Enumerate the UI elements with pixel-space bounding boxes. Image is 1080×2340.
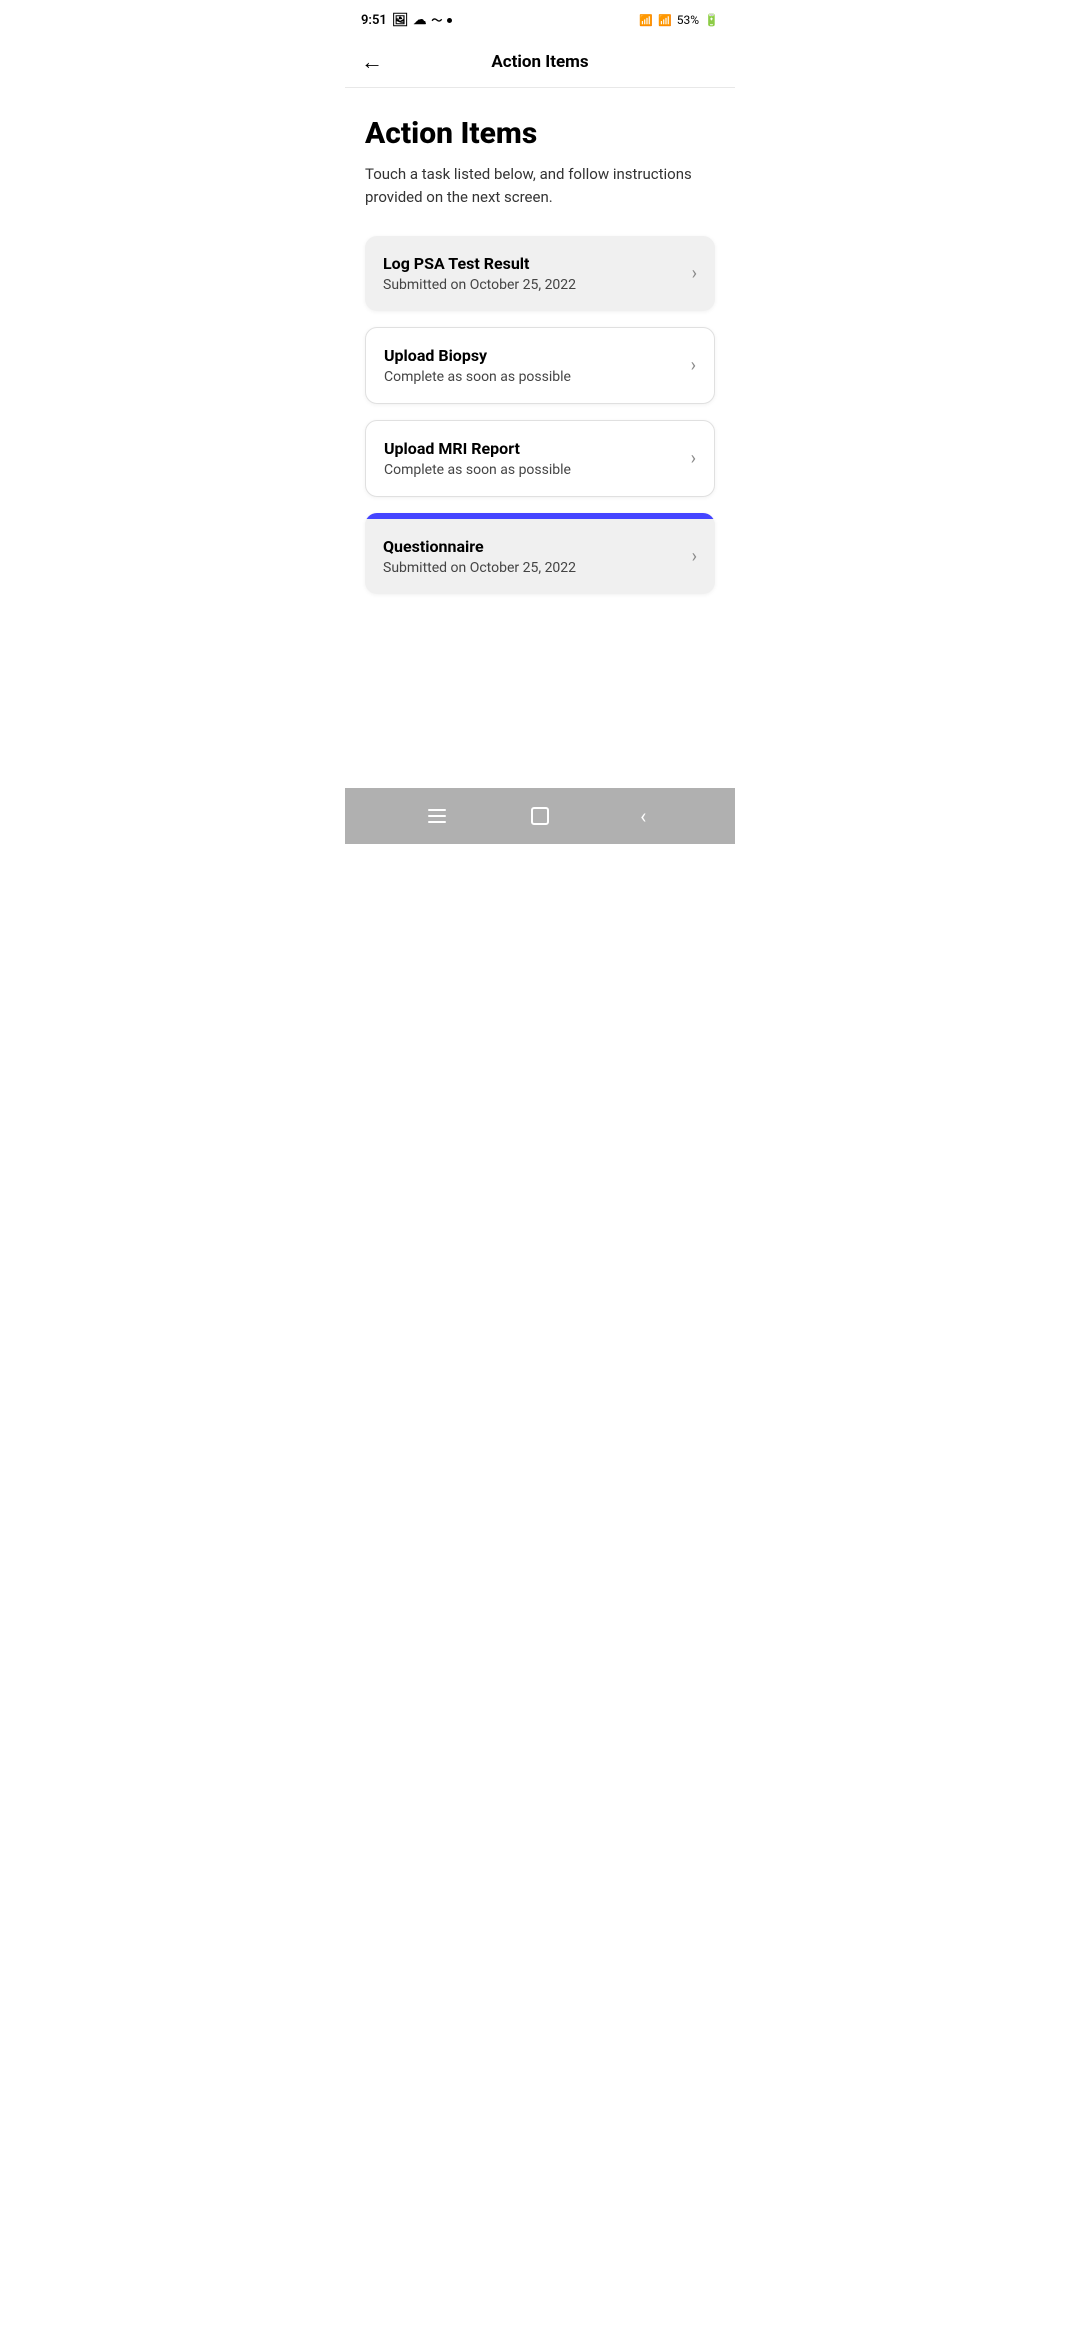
nav-back-button[interactable]: ‹ <box>623 796 663 836</box>
action-card-upload-biopsy-content: Upload Biopsy Complete as soon as possib… <box>384 346 681 385</box>
status-indicators: 📶 📶 53% 🔋 <box>639 13 719 27</box>
dot-icon <box>447 18 452 23</box>
action-card-questionnaire-subtitle: Submitted on October 25, 2022 <box>383 560 682 576</box>
action-card-questionnaire[interactable]: Questionnaire Submitted on October 25, 2… <box>365 513 715 594</box>
signal-icon: 📶 <box>658 14 672 27</box>
three-lines-icon <box>428 809 446 823</box>
action-card-upload-mri[interactable]: Upload MRI Report Complete as soon as po… <box>365 420 715 497</box>
action-card-upload-mri-content: Upload MRI Report Complete as soon as po… <box>384 439 681 478</box>
action-card-upload-biopsy[interactable]: Upload Biopsy Complete as soon as possib… <box>365 327 715 404</box>
action-card-upload-biopsy-subtitle: Complete as soon as possible <box>384 369 681 385</box>
bottom-nav-bar: ‹ <box>345 788 735 844</box>
status-bar: 9:51 🖼 ☁ 〜 📶 📶 53% 🔋 <box>345 0 735 36</box>
nav-bar: Action Items <box>345 36 735 88</box>
status-time: 9:51 🖼 ☁ 〜 <box>361 12 452 28</box>
time-display: 9:51 <box>361 13 387 28</box>
action-card-questionnaire-title: Questionnaire <box>383 537 682 556</box>
chevron-icon <box>692 546 697 567</box>
chevron-icon <box>691 355 696 376</box>
action-card-questionnaire-content: Questionnaire Submitted on October 25, 2… <box>383 537 682 576</box>
battery-icon: 🔋 <box>704 13 719 27</box>
wifi-icon: 📶 <box>639 14 653 27</box>
questionnaire-inner: Questionnaire Submitted on October 25, 2… <box>365 519 715 594</box>
action-card-upload-mri-title: Upload MRI Report <box>384 439 681 458</box>
page-subtitle: Touch a task listed below, and follow in… <box>365 163 715 208</box>
page-heading: Action Items <box>365 116 715 151</box>
nav-title: Action Items <box>491 52 588 72</box>
action-card-upload-mri-subtitle: Complete as soon as possible <box>384 462 681 478</box>
action-card-log-psa-title: Log PSA Test Result <box>383 254 682 273</box>
action-card-upload-biopsy-title: Upload Biopsy <box>384 346 681 365</box>
nav-home-button[interactable] <box>520 796 560 836</box>
wave-icon: 〜 <box>431 12 442 28</box>
photo-icon: 🖼 <box>392 13 409 28</box>
action-card-log-psa[interactable]: Log PSA Test Result Submitted on October… <box>365 236 715 311</box>
nav-recent-apps-button[interactable] <box>417 796 457 836</box>
action-card-log-psa-subtitle: Submitted on October 25, 2022 <box>383 277 682 293</box>
home-square-icon <box>531 807 549 825</box>
cloud-icon: ☁ <box>413 13 426 28</box>
back-arrow-icon: ‹ <box>640 804 646 828</box>
main-content: Action Items Touch a task listed below, … <box>345 88 735 788</box>
back-button[interactable] <box>361 49 383 75</box>
action-card-log-psa-content: Log PSA Test Result Submitted on October… <box>383 254 682 293</box>
chevron-icon <box>691 448 696 469</box>
chevron-icon <box>692 263 697 284</box>
battery-text: 53% <box>677 13 699 27</box>
